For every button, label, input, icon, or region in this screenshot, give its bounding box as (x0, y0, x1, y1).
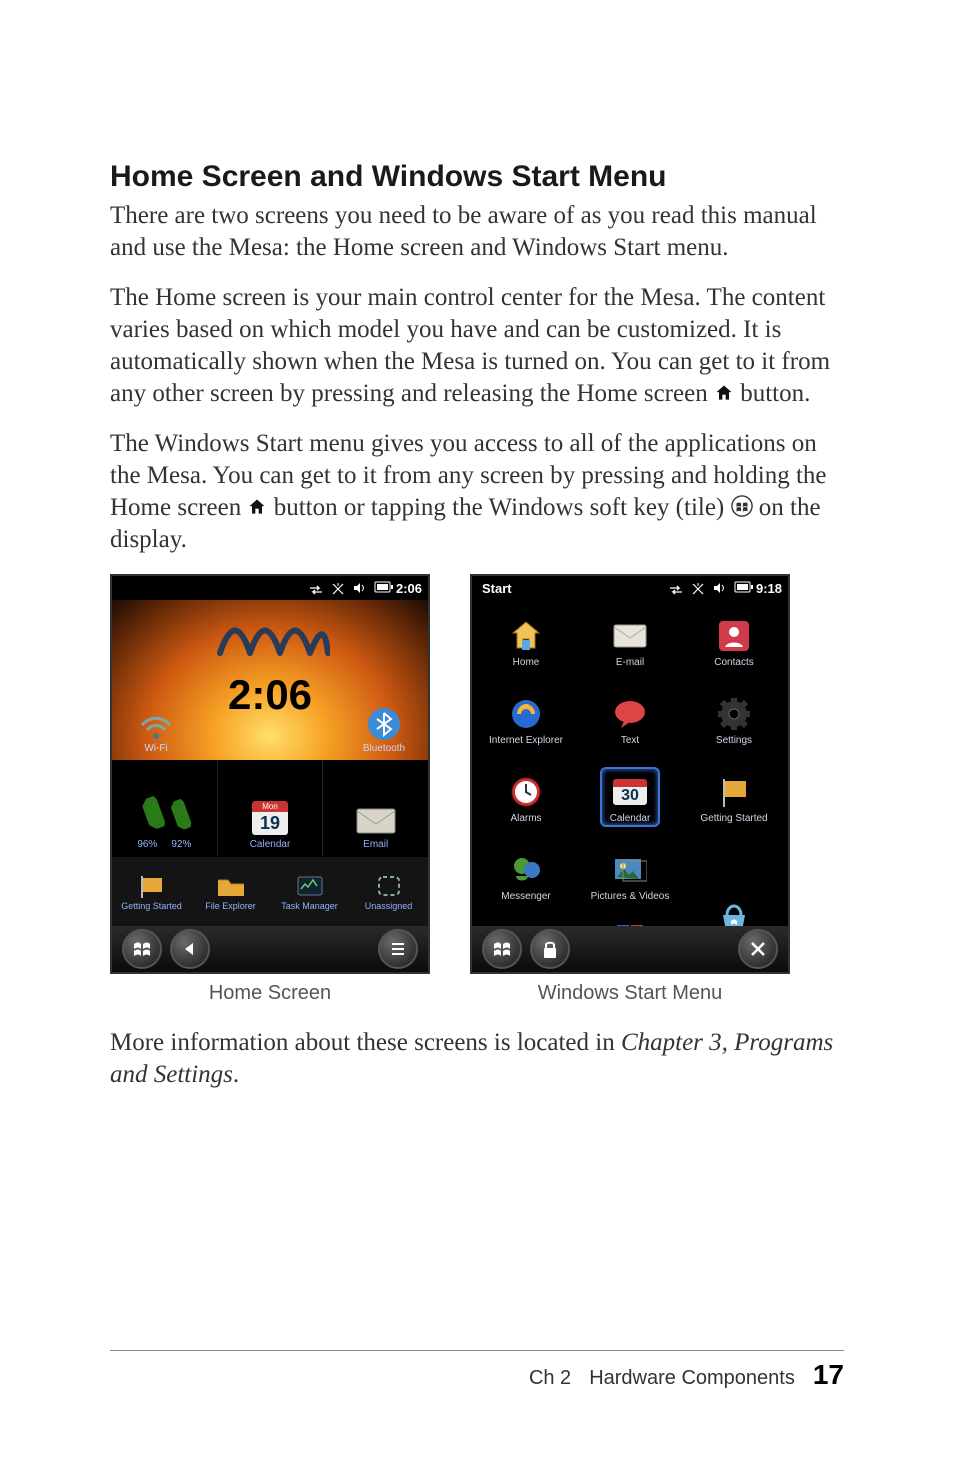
ie-icon (508, 696, 544, 732)
tile-home[interactable]: Home (474, 604, 578, 682)
battery-icon (374, 581, 390, 595)
clock-icon (508, 774, 544, 810)
unassigned-icon (376, 874, 402, 898)
battery-icon (734, 581, 750, 595)
envelope-icon (612, 618, 648, 654)
home-icon (247, 497, 267, 517)
status-time: 9:18 (756, 581, 782, 596)
shortcut-b-label: File Explorer (205, 901, 256, 911)
windows-softkey[interactable] (482, 929, 522, 969)
followup-a: More information about these screens is … (110, 1029, 621, 1056)
battery-2-pct: 92% (171, 839, 191, 850)
tile-label: Getting Started (700, 813, 767, 824)
bluetooth-label: Bluetooth (363, 743, 405, 754)
tile-label: E-mail (616, 657, 644, 668)
followup-c: . (233, 1061, 239, 1088)
wifi-label: Wi-Fi (144, 743, 167, 754)
volume-icon (352, 581, 368, 595)
tile-label: Text (621, 735, 639, 746)
start-desc-paragraph: The Windows Start menu gives you access … (110, 428, 844, 556)
calendar-tile[interactable]: Mon 19 Calendar (218, 760, 323, 856)
home-desc-text-b: button. (740, 380, 810, 407)
start-caption: Windows Start Menu (538, 982, 723, 1005)
file-explorer-tile[interactable]: File Explorer (191, 857, 270, 928)
gear-icon (716, 696, 752, 732)
footer-chapter: Ch 2 (529, 1367, 571, 1390)
back-softkey[interactable] (170, 929, 210, 969)
email-tile[interactable]: Email (323, 760, 428, 856)
battery-1-pct: 96% (137, 839, 157, 850)
home-icon (508, 618, 544, 654)
page-number: 17 (813, 1359, 844, 1391)
folder-icon (216, 874, 246, 898)
home-desc-paragraph: The Home screen is your main control cen… (110, 282, 844, 410)
page-heading: Home Screen and Windows Start Menu (110, 160, 844, 194)
shortcut-d-label: Unassigned (365, 901, 413, 911)
sync-icon (668, 581, 684, 595)
logo-graphic (210, 608, 330, 663)
bluetooth-icon[interactable] (367, 707, 401, 741)
messenger-icon (508, 852, 544, 888)
windows-softkey[interactable] (122, 929, 162, 969)
calendar-day: 19 (252, 812, 288, 835)
footer-title: Hardware Components (589, 1367, 795, 1390)
lock-softkey[interactable] (530, 929, 570, 969)
tile-label: Settings (716, 735, 752, 746)
home-screen-figure: 2:06 2:06 Wi-Fi Bluetooth (110, 574, 430, 974)
start-desc-text-b: button or tapping the Windows soft key (… (274, 494, 731, 521)
contacts-icon (716, 618, 752, 654)
tile-calendar[interactable]: 30 Calendar (578, 760, 682, 838)
home-icon (714, 383, 734, 403)
tile-settings[interactable]: Settings (682, 682, 786, 760)
calendar-dow: Mon (252, 801, 288, 812)
page-footer: Ch 2 Hardware Components 17 (529, 1359, 844, 1391)
flag-icon (716, 774, 752, 810)
tile-email[interactable]: E-mail (578, 604, 682, 682)
email-label: Email (363, 839, 388, 850)
status-time: 2:06 (396, 581, 422, 596)
tile-label: Alarms (510, 813, 541, 824)
task-manager-icon (295, 874, 325, 898)
start-menu-figure: Start 9:18 Home E-ma (470, 574, 790, 974)
menu-softkey[interactable] (378, 929, 418, 969)
tile-alarms[interactable]: Alarms (474, 760, 578, 838)
tile-getting-started[interactable]: Getting Started (682, 760, 786, 838)
tile-label: Home (513, 657, 540, 668)
signal-icon (690, 581, 706, 595)
close-softkey[interactable] (738, 929, 778, 969)
battery-tile[interactable]: 96% 92% (112, 760, 217, 856)
intro-paragraph: There are two screens you need to be awa… (110, 200, 844, 264)
tile-label: Contacts (714, 657, 753, 668)
calendar-label: Calendar (250, 839, 291, 850)
getting-started-tile[interactable]: Getting Started (112, 857, 191, 928)
volume-icon (712, 581, 728, 595)
envelope-icon (355, 805, 397, 835)
soft-key-bar (472, 926, 788, 972)
followup-paragraph: More information about these screens is … (110, 1027, 844, 1091)
task-manager-tile[interactable]: Task Manager (270, 857, 349, 928)
tile-ie[interactable]: Internet Explorer (474, 682, 578, 760)
unassigned-tile[interactable]: Unassigned (349, 857, 428, 928)
flag-icon (138, 874, 166, 898)
tile-text[interactable]: Text (578, 682, 682, 760)
wifi-icon[interactable] (138, 713, 174, 741)
shortcut-a-label: Getting Started (121, 901, 182, 911)
tile-label: Internet Explorer (489, 735, 563, 746)
shortcut-c-label: Task Manager (281, 901, 338, 911)
sync-icon (308, 581, 324, 595)
status-bar: Start 9:18 (472, 576, 788, 600)
home-caption: Home Screen (209, 982, 331, 1005)
tile-contacts[interactable]: Contacts (682, 604, 786, 682)
text-icon (612, 696, 648, 732)
footer-rule (110, 1350, 844, 1351)
status-bar: 2:06 (112, 576, 428, 600)
soft-key-bar (112, 926, 428, 972)
windows-tile-icon (731, 495, 753, 517)
start-title: Start (478, 581, 512, 596)
pictures-icon (612, 852, 648, 888)
signal-icon (330, 581, 346, 595)
